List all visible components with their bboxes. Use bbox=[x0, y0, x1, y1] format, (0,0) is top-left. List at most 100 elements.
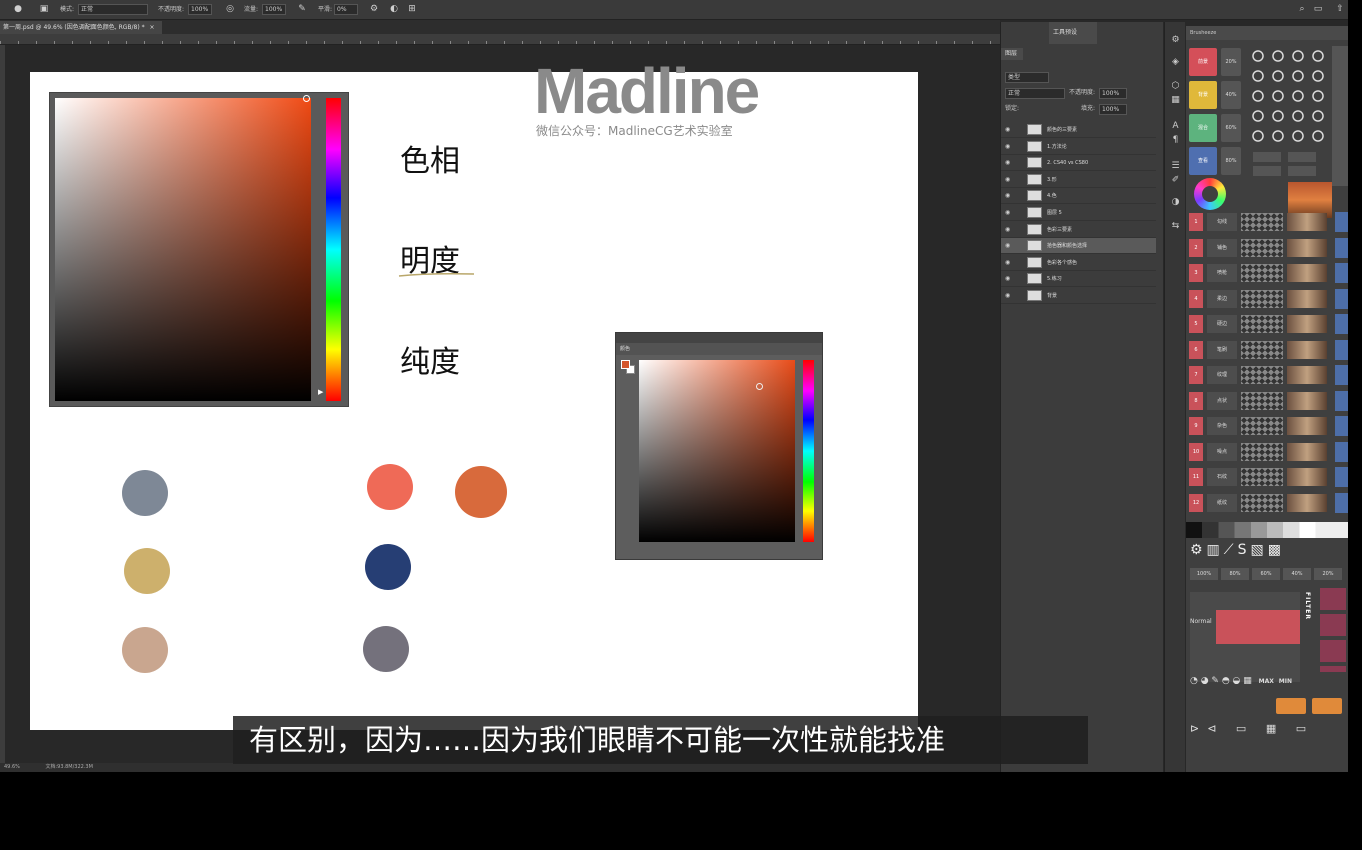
mini-button[interactable] bbox=[1288, 166, 1316, 176]
brush-side-button[interactable] bbox=[1335, 314, 1348, 334]
brush-side-button[interactable] bbox=[1335, 467, 1348, 487]
brush-number[interactable]: 11 bbox=[1189, 468, 1203, 486]
visibility-eye-icon[interactable]: ◉ bbox=[1005, 205, 1010, 221]
foreground-color-swatch[interactable] bbox=[621, 360, 630, 369]
brush-label[interactable]: 硬边 bbox=[1207, 315, 1237, 333]
opacity-step-button[interactable]: 20% bbox=[1314, 568, 1342, 580]
layer-row[interactable]: ◉ 图层 5 bbox=[1001, 205, 1156, 221]
brush-side-button[interactable] bbox=[1335, 263, 1348, 283]
brush-preset-row[interactable]: 11 石纹 bbox=[1189, 467, 1334, 487]
opacity-step-button[interactable]: 80% bbox=[1221, 568, 1249, 580]
search-icon[interactable]: ⌕ bbox=[1296, 3, 1308, 16]
percent-button[interactable]: 20% bbox=[1221, 48, 1241, 76]
gear-icon[interactable]: ⚙ bbox=[1169, 34, 1182, 47]
brush-preset-row[interactable]: 12 纸纹 bbox=[1189, 493, 1334, 513]
layer-row[interactable]: ◉ 3.形 bbox=[1001, 172, 1156, 188]
visibility-eye-icon[interactable]: ◉ bbox=[1005, 155, 1010, 171]
opacity-step-button[interactable]: 40% bbox=[1283, 568, 1311, 580]
layout-icons-row[interactable]: ⊳⊲ ▭ ▦ ▭ bbox=[1190, 722, 1346, 740]
symmetry-icon[interactable]: ⊞ bbox=[406, 3, 418, 16]
brush-number[interactable]: 7 bbox=[1189, 366, 1203, 384]
color-wheel-icon[interactable] bbox=[1194, 178, 1226, 210]
brush-preset-row[interactable]: 4 柔边 bbox=[1189, 289, 1334, 309]
visibility-eye-icon[interactable]: ◉ bbox=[1005, 255, 1010, 271]
color-panel-hue-slider[interactable] bbox=[803, 360, 814, 542]
orange-button[interactable] bbox=[1276, 698, 1306, 714]
brush-side-button[interactable] bbox=[1335, 441, 1348, 462]
layer-kind-filter[interactable]: 类型 bbox=[1005, 72, 1049, 83]
opacity-step-button[interactable]: 100% bbox=[1190, 568, 1218, 580]
color-panel[interactable]: 颜色 bbox=[615, 332, 823, 560]
brush-tool-icon[interactable]: ● bbox=[12, 3, 24, 16]
brush-label[interactable]: 杂色 bbox=[1207, 417, 1237, 435]
gray-value-strip[interactable] bbox=[1186, 522, 1348, 538]
brush-number[interactable]: 12 bbox=[1189, 493, 1203, 512]
brush-number[interactable]: 9 bbox=[1189, 417, 1203, 435]
color-mode-button[interactable]: 查看 bbox=[1189, 147, 1217, 175]
percent-button[interactable]: 40% bbox=[1221, 81, 1241, 109]
layer-row[interactable]: ◉ 5.练习 bbox=[1001, 271, 1156, 288]
tool-icons-row[interactable]: ◔ ◕ ✎ ◓ ◒ ▦ MAX MIN bbox=[1190, 676, 1346, 692]
brush-side-button[interactable] bbox=[1335, 492, 1348, 513]
brush-label[interactable]: 点状 bbox=[1207, 391, 1237, 410]
adjustment-icons[interactable]: ⚙▥⟋S▧▩ bbox=[1190, 542, 1346, 564]
brush-side-button[interactable] bbox=[1335, 212, 1348, 232]
brush-label[interactable]: 纸纹 bbox=[1207, 493, 1237, 512]
layers-icon[interactable]: ◈ bbox=[1169, 56, 1182, 69]
flow-input[interactable]: 100% bbox=[262, 4, 286, 15]
brush-side-button[interactable] bbox=[1335, 416, 1348, 436]
brush-preset-row[interactable]: 5 硬边 bbox=[1189, 314, 1334, 334]
brush-shape-icons[interactable] bbox=[1248, 46, 1332, 146]
brush-number[interactable]: 1 bbox=[1189, 213, 1203, 231]
brush-label[interactable]: 石纹 bbox=[1207, 468, 1237, 486]
brush-preset-row[interactable]: 10 噪点 bbox=[1189, 442, 1334, 462]
brush-label[interactable]: 勾线 bbox=[1207, 213, 1237, 231]
blend-control-grid[interactable]: Normal bbox=[1190, 592, 1300, 682]
layer-row[interactable]: ◉ 2. CS40 vs CS80 bbox=[1001, 155, 1156, 172]
tab-layers[interactable]: 图层 bbox=[1001, 48, 1023, 60]
airbrush-icon[interactable]: ✎ bbox=[296, 3, 308, 16]
layer-row[interactable]: ◉ 色彩各个感色 bbox=[1001, 255, 1156, 271]
color-mode-button[interactable]: 背景 bbox=[1189, 81, 1217, 109]
brush-preset-row[interactable]: 7 纹理 bbox=[1189, 365, 1334, 385]
brush-label[interactable]: 纹理 bbox=[1207, 366, 1237, 384]
mini-button[interactable] bbox=[1288, 152, 1316, 162]
brush-preset-row[interactable]: 8 点状 bbox=[1189, 391, 1334, 411]
brush-side-button[interactable] bbox=[1335, 237, 1348, 258]
layer-row[interactable]: ◉ 拾色器和颜色选择 bbox=[1001, 238, 1156, 255]
brush-side-button[interactable] bbox=[1335, 390, 1348, 411]
brush-number[interactable]: 5 bbox=[1189, 315, 1203, 333]
brush-label[interactable]: 噪点 bbox=[1207, 442, 1237, 461]
gear-icon[interactable]: ⚙ bbox=[368, 3, 380, 16]
history-icon[interactable]: ⇆ bbox=[1169, 220, 1182, 233]
orange-button[interactable] bbox=[1312, 698, 1342, 714]
percent-button[interactable]: 60% bbox=[1221, 114, 1241, 142]
workspace-icon[interactable]: ▭ bbox=[1312, 3, 1324, 16]
layer-row[interactable]: ◉ 4.色 bbox=[1001, 188, 1156, 205]
layer-opacity-input[interactable]: 100% bbox=[1099, 88, 1127, 99]
brush-number[interactable]: 4 bbox=[1189, 289, 1203, 308]
brush-preset-row[interactable]: 3 喷枪 bbox=[1189, 263, 1334, 283]
document-canvas[interactable]: ▶ 色相 明度 纯度 Madline 微信公众号：MadlineCG艺术实验室 … bbox=[30, 55, 918, 730]
color-panel-tab[interactable]: 颜色 bbox=[616, 343, 822, 355]
smoothing-input[interactable]: 0% bbox=[334, 4, 358, 15]
mini-button-column[interactable] bbox=[1332, 46, 1348, 186]
color-mode-button[interactable]: 前景 bbox=[1189, 48, 1217, 76]
brush-preset-row[interactable]: 6 笔刷 bbox=[1189, 340, 1334, 360]
adjustments-icon[interactable]: ☰ bbox=[1169, 160, 1182, 173]
visibility-eye-icon[interactable]: ◉ bbox=[1005, 271, 1010, 287]
layer-row[interactable]: ◉ 1.方法论 bbox=[1001, 139, 1156, 155]
color-mode-button[interactable]: 混合 bbox=[1189, 114, 1217, 142]
color-panel-titlebar[interactable] bbox=[616, 333, 822, 343]
brush-number[interactable]: 2 bbox=[1189, 238, 1203, 257]
layer-row[interactable]: ◉ 色彩三要素 bbox=[1001, 222, 1156, 238]
blend-mode-select[interactable]: 正常 bbox=[1005, 88, 1065, 99]
brush-icon[interactable]: ✐ bbox=[1169, 174, 1182, 187]
color-icon[interactable]: ▦ bbox=[1169, 94, 1182, 107]
color-panel-marker[interactable] bbox=[756, 383, 763, 390]
percent-button[interactable]: 80% bbox=[1221, 147, 1241, 175]
paragraph-icon[interactable]: ¶ bbox=[1169, 134, 1182, 147]
min-label[interactable]: MIN bbox=[1279, 678, 1292, 685]
brush-preset-row[interactable]: 1 勾线 bbox=[1189, 212, 1334, 232]
max-label[interactable]: MAX bbox=[1259, 678, 1274, 685]
